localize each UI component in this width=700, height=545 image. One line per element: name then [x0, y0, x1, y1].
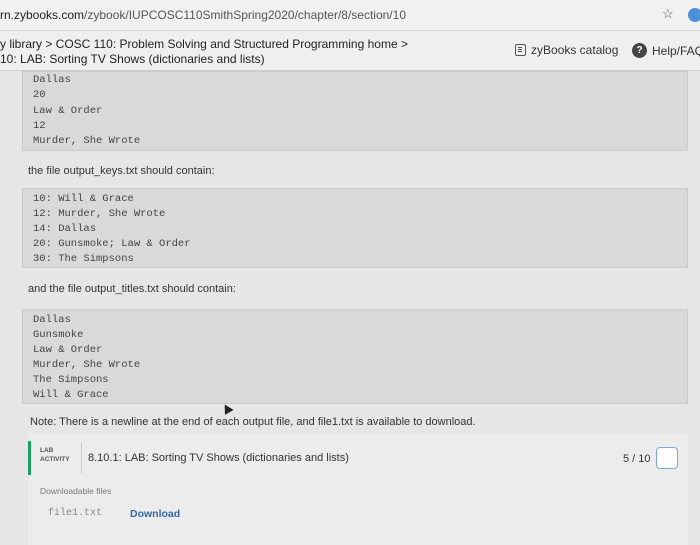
- download-link[interactable]: Download: [130, 508, 180, 520]
- code-line: 20: [33, 89, 46, 101]
- question-mark-icon: ?: [632, 43, 647, 58]
- code-line: Will & Grace: [33, 389, 109, 401]
- url-domain: rn.zybooks.com: [0, 8, 85, 22]
- score-text: 5 / 10: [623, 453, 651, 465]
- zybooks-catalog-link[interactable]: zyBooks catalog: [515, 43, 618, 57]
- code-line: Murder, She Wrote: [33, 135, 141, 147]
- section-title: 10: LAB: Sorting TV Shows (dictionaries …: [0, 52, 265, 66]
- titles-output-codebox: Dallas Gunsmoke Law & Order Murder, She …: [22, 309, 688, 404]
- mouse-cursor-icon: [220, 402, 234, 415]
- code-line: 14: Dallas: [33, 223, 97, 235]
- divider: [81, 443, 82, 473]
- code-line: 12: [33, 120, 46, 132]
- lab-tag-line1: LAB: [40, 447, 54, 454]
- code-line: 20: Gunsmoke; Law & Order: [33, 238, 191, 250]
- keys-intro-text: the file output_keys.txt should contain:: [28, 165, 215, 177]
- breadcrumb[interactable]: y library > COSC 110: Problem Solving an…: [0, 37, 408, 51]
- main-content: Dallas 20 Law & Order 12 Murder, She Wro…: [0, 71, 700, 545]
- code-line: Gunsmoke: [33, 329, 84, 341]
- url-path: /zybook/IUPCOSC110SmithSpring2020/chapte…: [84, 8, 406, 22]
- url-text[interactable]: rn.zybooks.com/zybook/IUPCOSC110SmithSpr…: [0, 8, 406, 22]
- zybooks-header: y library > COSC 110: Problem Solving an…: [0, 31, 700, 71]
- help-label: Help/FAQ: [652, 43, 700, 58]
- code-line: The Simpsons: [33, 374, 109, 386]
- input-example-codebox: Dallas 20 Law & Order 12 Murder, She Wro…: [22, 71, 688, 151]
- code-line: 30: The Simpsons: [33, 253, 134, 265]
- code-line: Dallas: [33, 74, 71, 86]
- code-line: Law & Order: [33, 344, 103, 356]
- catalog-label: zyBooks catalog: [531, 43, 619, 57]
- lab-activity-panel: LAB ACTIVITY 8.10.1: LAB: Sorting TV Sho…: [28, 433, 688, 545]
- downloadable-files-label: Downloadable files: [40, 486, 112, 496]
- code-line: 12: Murder, She Wrote: [33, 208, 166, 220]
- lab-tag-line2: ACTIVITY: [40, 456, 70, 463]
- book-icon: [515, 44, 526, 56]
- code-line: 10: Will & Grace: [33, 193, 134, 205]
- code-line: Law & Order: [33, 105, 103, 117]
- note-text: Note: There is a newline at the end of e…: [30, 416, 476, 428]
- keys-output-codebox: 10: Will & Grace 12: Murder, She Wrote 1…: [22, 188, 688, 268]
- browser-address-bar[interactable]: rn.zybooks.com/zybook/IUPCOSC110SmithSpr…: [0, 0, 700, 31]
- help-faq-link[interactable]: ? Help/FAQ: [632, 43, 700, 58]
- code-line: Murder, She Wrote: [33, 359, 141, 371]
- code-line: Dallas: [33, 314, 71, 326]
- completion-checkbox: [656, 447, 678, 469]
- lab-title: 8.10.1: LAB: Sorting TV Shows (dictionar…: [88, 452, 349, 464]
- bookmark-star-icon[interactable]: ☆: [662, 6, 674, 22]
- lab-activity-tag: LAB ACTIVITY: [40, 446, 70, 464]
- lab-accent-bar: [28, 441, 31, 475]
- extension-icon[interactable]: [688, 8, 700, 22]
- titles-intro-text: and the file output_titles.txt should co…: [28, 283, 236, 295]
- file-name: file1.txt: [48, 508, 103, 519]
